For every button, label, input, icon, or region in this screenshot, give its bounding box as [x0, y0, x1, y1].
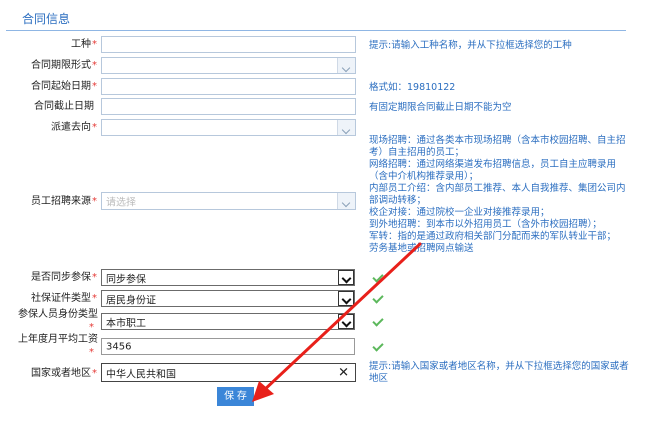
annotation-arrow-icon [252, 242, 422, 402]
